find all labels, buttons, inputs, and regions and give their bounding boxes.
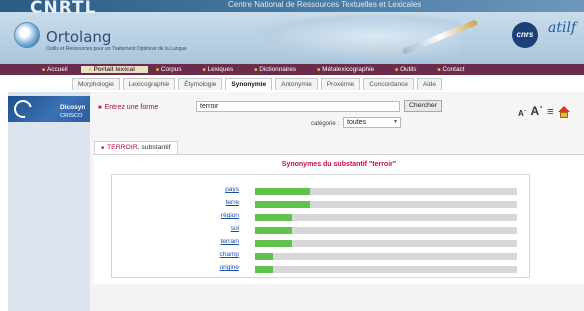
search-input[interactable] [196,101,400,112]
tab-proxemie[interactable]: Proxémie [320,78,361,90]
synonym-score-track [255,253,517,260]
synonym-link[interactable]: sol [231,225,239,232]
synonym-score-track [255,214,517,221]
synonym-score-bar [255,253,273,260]
synonym-row: sol [112,224,531,237]
crisco-label: CRISCO [60,113,83,119]
nav-item-dictionnaires[interactable]: Dictionnaires [246,66,309,73]
tab-morphologie[interactable]: Morphologie [72,78,120,90]
synonym-row: champ [112,250,531,263]
home-wall [559,112,568,118]
nav-item-accueil[interactable]: Accueil [34,66,81,73]
entry-pos: , substantif [137,144,171,151]
cnrs-logo[interactable]: cnrs [512,22,538,48]
home-icon[interactable] [557,106,570,118]
left-sidebar: Dicosyn CRISCO [8,92,90,311]
category-label: catégorie : [311,121,340,127]
nav-item-contact[interactable]: Contact [429,66,477,73]
lexical-tabs: Morphologie Lexicographie Étymologie Syn… [72,78,445,90]
centre-name: Centre National de Ressources Textuelles… [228,0,422,9]
synonym-link[interactable]: terre [226,199,239,206]
tab-antonymie[interactable]: Antonymie [275,78,318,90]
synonym-score-track [255,188,517,195]
category-value: toutes [347,119,367,126]
ortolang-logo-icon[interactable] [14,22,40,48]
synonym-score-bar [255,188,310,195]
synonym-score-track [255,240,517,247]
nav-item-metalexicographie[interactable]: Métalexicographie [309,66,387,73]
synonym-score-bar [255,214,292,221]
synonym-score-bar [255,227,292,234]
synonym-row: terre [112,198,531,211]
result-title: Synonymes du substantif "terroir" [281,161,397,168]
synonym-list: pays terre région sol terrain champ origine [111,174,530,278]
tab-synonymie[interactable]: Synonymie [225,78,273,90]
banner-decoration [250,14,460,60]
ortolang-title[interactable]: Ortolang [46,28,111,46]
search-label: Entrez une forme [98,104,159,111]
tab-lexicographie[interactable]: Lexicographie [122,78,176,90]
synonym-score-bar [255,240,292,247]
search-button[interactable]: Chercher [404,100,442,112]
ortolang-tagline: Outils et Ressources pour un Traitement … [46,46,187,52]
increase-font-icon[interactable]: A˙ [530,104,543,118]
chevron-down-icon: ▾ [393,119,397,125]
tab-concordance[interactable]: Concordance [363,78,414,90]
nav-item-portail-lexical[interactable]: Portail lexical [80,66,148,73]
synonym-score-track [255,201,517,208]
synonym-link[interactable]: pays [225,186,239,193]
display-tools: A˙ A˙ ≡ [518,104,570,118]
nav-item-corpus[interactable]: Corpus [148,66,195,73]
entry-word: TERROIR [107,144,138,151]
result-entry-tab[interactable]: TERROIR, substantif [94,141,178,154]
main-nav: Accueil Portail lexical Corpus Lexiques … [0,64,584,75]
synonym-score-track [255,266,517,273]
category-select[interactable]: toutes ▾ [343,117,401,128]
decrease-font-icon[interactable]: A˙ [518,109,526,118]
dicosyn-title: Dicosyn [60,104,86,111]
synonym-link[interactable]: région [221,212,239,219]
menu-lines-icon[interactable]: ≡ [547,106,553,118]
site-banner: CNRTL Centre National de Ressources Text… [0,0,584,64]
synonym-score-bar [255,201,310,208]
synonym-score-bar [255,266,273,273]
tab-aide[interactable]: Aide [416,78,442,90]
synonym-score-track [255,227,517,234]
synonym-link[interactable]: champ [219,251,239,258]
content-footer [90,287,584,311]
synonym-row: pays [112,185,531,198]
nav-item-lexiques[interactable]: Lexiques [195,66,247,73]
cnrtl-logo[interactable]: CNRTL [30,0,96,18]
synonym-link[interactable]: origine [219,264,239,271]
synonym-link[interactable]: terrain [221,238,239,245]
atilf-logo[interactable]: atilf [548,20,576,36]
tab-etymologie[interactable]: Étymologie [178,78,223,90]
dicosyn-link[interactable]: Dicosyn CRISCO [8,96,90,122]
synonym-row: région [112,211,531,224]
synonym-row: terrain [112,237,531,250]
crisco-swirl-icon [10,96,36,122]
nav-item-outils[interactable]: Outils [387,66,429,73]
synonym-row: origine [112,263,531,276]
